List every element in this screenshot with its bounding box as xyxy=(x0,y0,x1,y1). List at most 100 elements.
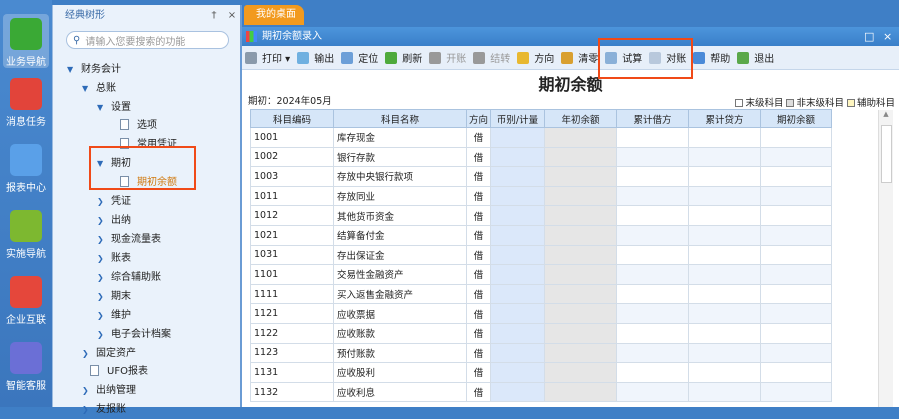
amount-cell[interactable] xyxy=(688,342,761,364)
maximize-button[interactable]: □ xyxy=(864,27,874,46)
tree-item[interactable]: ❯ 现金流量表 xyxy=(97,231,161,249)
chevron-icon[interactable]: ❯ xyxy=(97,326,105,344)
amount-cell[interactable] xyxy=(490,205,545,226)
amount-cell[interactable] xyxy=(688,283,761,305)
pin-icon[interactable]: † xyxy=(205,5,223,27)
amount-cell[interactable] xyxy=(688,303,761,324)
amount-cell[interactable] xyxy=(760,303,832,324)
table-row[interactable]: 1123 预付账款借 xyxy=(250,342,832,364)
amount-cell[interactable] xyxy=(688,362,761,383)
column-header[interactable]: 方向 xyxy=(466,109,491,128)
column-header[interactable]: 科目编码 xyxy=(250,109,334,128)
amount-cell[interactable] xyxy=(688,127,761,148)
amount-cell[interactable] xyxy=(760,166,832,187)
chevron-icon[interactable]: ▼ xyxy=(67,61,75,79)
chevron-icon[interactable]: ▼ xyxy=(97,99,105,117)
chevron-icon[interactable]: ❯ xyxy=(97,212,105,230)
nav-item-2[interactable]: 报表中心 xyxy=(3,144,49,194)
amount-cell[interactable] xyxy=(544,264,617,285)
amount-cell[interactable] xyxy=(544,127,617,148)
amount-cell[interactable] xyxy=(544,322,617,344)
chevron-icon[interactable]: ❯ xyxy=(82,401,90,419)
column-header[interactable]: 科目名称 xyxy=(333,109,467,128)
amount-cell[interactable] xyxy=(688,185,761,207)
tree-item[interactable]: ❯ 友报账 xyxy=(82,401,126,419)
table-row[interactable]: 1121 应收票据借 xyxy=(250,303,832,324)
column-header[interactable]: 币别/计量 xyxy=(490,109,545,128)
amount-cell[interactable] xyxy=(688,244,761,266)
amount-cell[interactable] xyxy=(760,146,832,168)
tab-my-desktop[interactable]: 我的桌面 xyxy=(244,5,304,25)
amount-cell[interactable] xyxy=(616,185,689,207)
amount-cell[interactable] xyxy=(544,303,617,324)
amount-cell[interactable] xyxy=(760,224,832,246)
amount-cell[interactable] xyxy=(760,185,832,207)
table-row[interactable]: 1002 银行存款借 xyxy=(250,146,832,168)
amount-cell[interactable] xyxy=(688,146,761,168)
toolbar-button-4[interactable]: 开账 xyxy=(429,50,466,65)
table-row[interactable]: 1031 存出保证金借 xyxy=(250,244,832,266)
chevron-icon[interactable]: ❯ xyxy=(97,288,105,306)
table-row[interactable]: 1111 买入返售金融资产借 xyxy=(250,283,832,305)
column-header[interactable]: 期初余额 xyxy=(760,109,832,128)
amount-cell[interactable] xyxy=(688,322,761,344)
amount-cell[interactable] xyxy=(544,224,617,246)
chevron-icon[interactable]: ❯ xyxy=(97,231,105,249)
column-header[interactable]: 累计贷方 xyxy=(688,109,761,128)
tree-item[interactable]: 选项 xyxy=(120,117,157,135)
toolbar-button-3[interactable]: 刷新 xyxy=(385,50,422,65)
chevron-icon[interactable]: ❯ xyxy=(97,269,105,287)
amount-cell[interactable] xyxy=(616,127,689,148)
chevron-icon[interactable]: ▼ xyxy=(82,80,90,98)
amount-cell[interactable] xyxy=(544,244,617,266)
tree-item[interactable]: ❯ 综合辅助账 xyxy=(97,269,161,287)
toolbar-button-0[interactable]: 打印 ▾ xyxy=(245,50,290,65)
table-row[interactable]: 1021 结算备付金借 xyxy=(250,224,832,246)
amount-cell[interactable] xyxy=(688,264,761,285)
chevron-icon[interactable]: ❯ xyxy=(97,250,105,268)
tree-item[interactable]: ▼ 财务会计 xyxy=(67,61,121,79)
amount-cell[interactable] xyxy=(688,224,761,246)
tree-item[interactable]: ❯ 维护 xyxy=(97,307,131,325)
close-icon[interactable]: × xyxy=(223,5,241,27)
amount-cell[interactable] xyxy=(490,166,545,187)
column-header[interactable]: 年初余额 xyxy=(544,109,617,128)
amount-cell[interactable] xyxy=(760,362,832,383)
tree-item[interactable]: ❯ 凭证 xyxy=(97,193,131,211)
amount-cell[interactable] xyxy=(760,322,832,344)
amount-cell[interactable] xyxy=(490,244,545,266)
tree-item[interactable]: ❯ 账表 xyxy=(97,250,131,268)
amount-cell[interactable] xyxy=(616,303,689,324)
tree-item[interactable]: ❯ 出纳 xyxy=(97,212,131,230)
amount-cell[interactable] xyxy=(616,381,689,403)
table-row[interactable]: 1012 其他货币资金借 xyxy=(250,205,832,226)
amount-cell[interactable] xyxy=(544,146,617,168)
chevron-icon[interactable]: ❯ xyxy=(82,382,90,400)
toolbar-button-11[interactable]: 退出 xyxy=(737,50,774,65)
amount-cell[interactable] xyxy=(688,381,761,403)
amount-cell[interactable] xyxy=(490,185,545,207)
amount-cell[interactable] xyxy=(760,283,832,305)
table-row[interactable]: 1131 应收股利借 xyxy=(250,362,832,383)
amount-cell[interactable] xyxy=(490,264,545,285)
amount-cell[interactable] xyxy=(544,205,617,226)
amount-cell[interactable] xyxy=(490,224,545,246)
toolbar-button-2[interactable]: 定位 xyxy=(341,50,378,65)
table-row[interactable]: 1132 应收利息借 xyxy=(250,381,832,403)
nav-item-0[interactable]: 业务导航 xyxy=(3,14,49,68)
amount-cell[interactable] xyxy=(760,264,832,285)
toolbar-button-5[interactable]: 结转 xyxy=(473,50,510,65)
table-row[interactable]: 1001 库存现金借 xyxy=(250,127,832,148)
toolbar-button-6[interactable]: 方向 xyxy=(517,50,554,65)
tree-item[interactable]: ▼ 设置 xyxy=(97,99,131,117)
scroll-thumb[interactable] xyxy=(881,125,892,183)
tree-item[interactable]: UFO报表 xyxy=(90,363,148,381)
amount-cell[interactable] xyxy=(490,342,545,364)
amount-cell[interactable] xyxy=(544,381,617,403)
amount-cell[interactable] xyxy=(688,205,761,226)
chevron-icon[interactable]: ❯ xyxy=(82,345,90,363)
amount-cell[interactable] xyxy=(490,381,545,403)
nav-item-3[interactable]: 实施导航 xyxy=(3,210,49,260)
amount-cell[interactable] xyxy=(760,244,832,266)
tree-item[interactable]: ❯ 电子会计档案 xyxy=(97,326,171,344)
